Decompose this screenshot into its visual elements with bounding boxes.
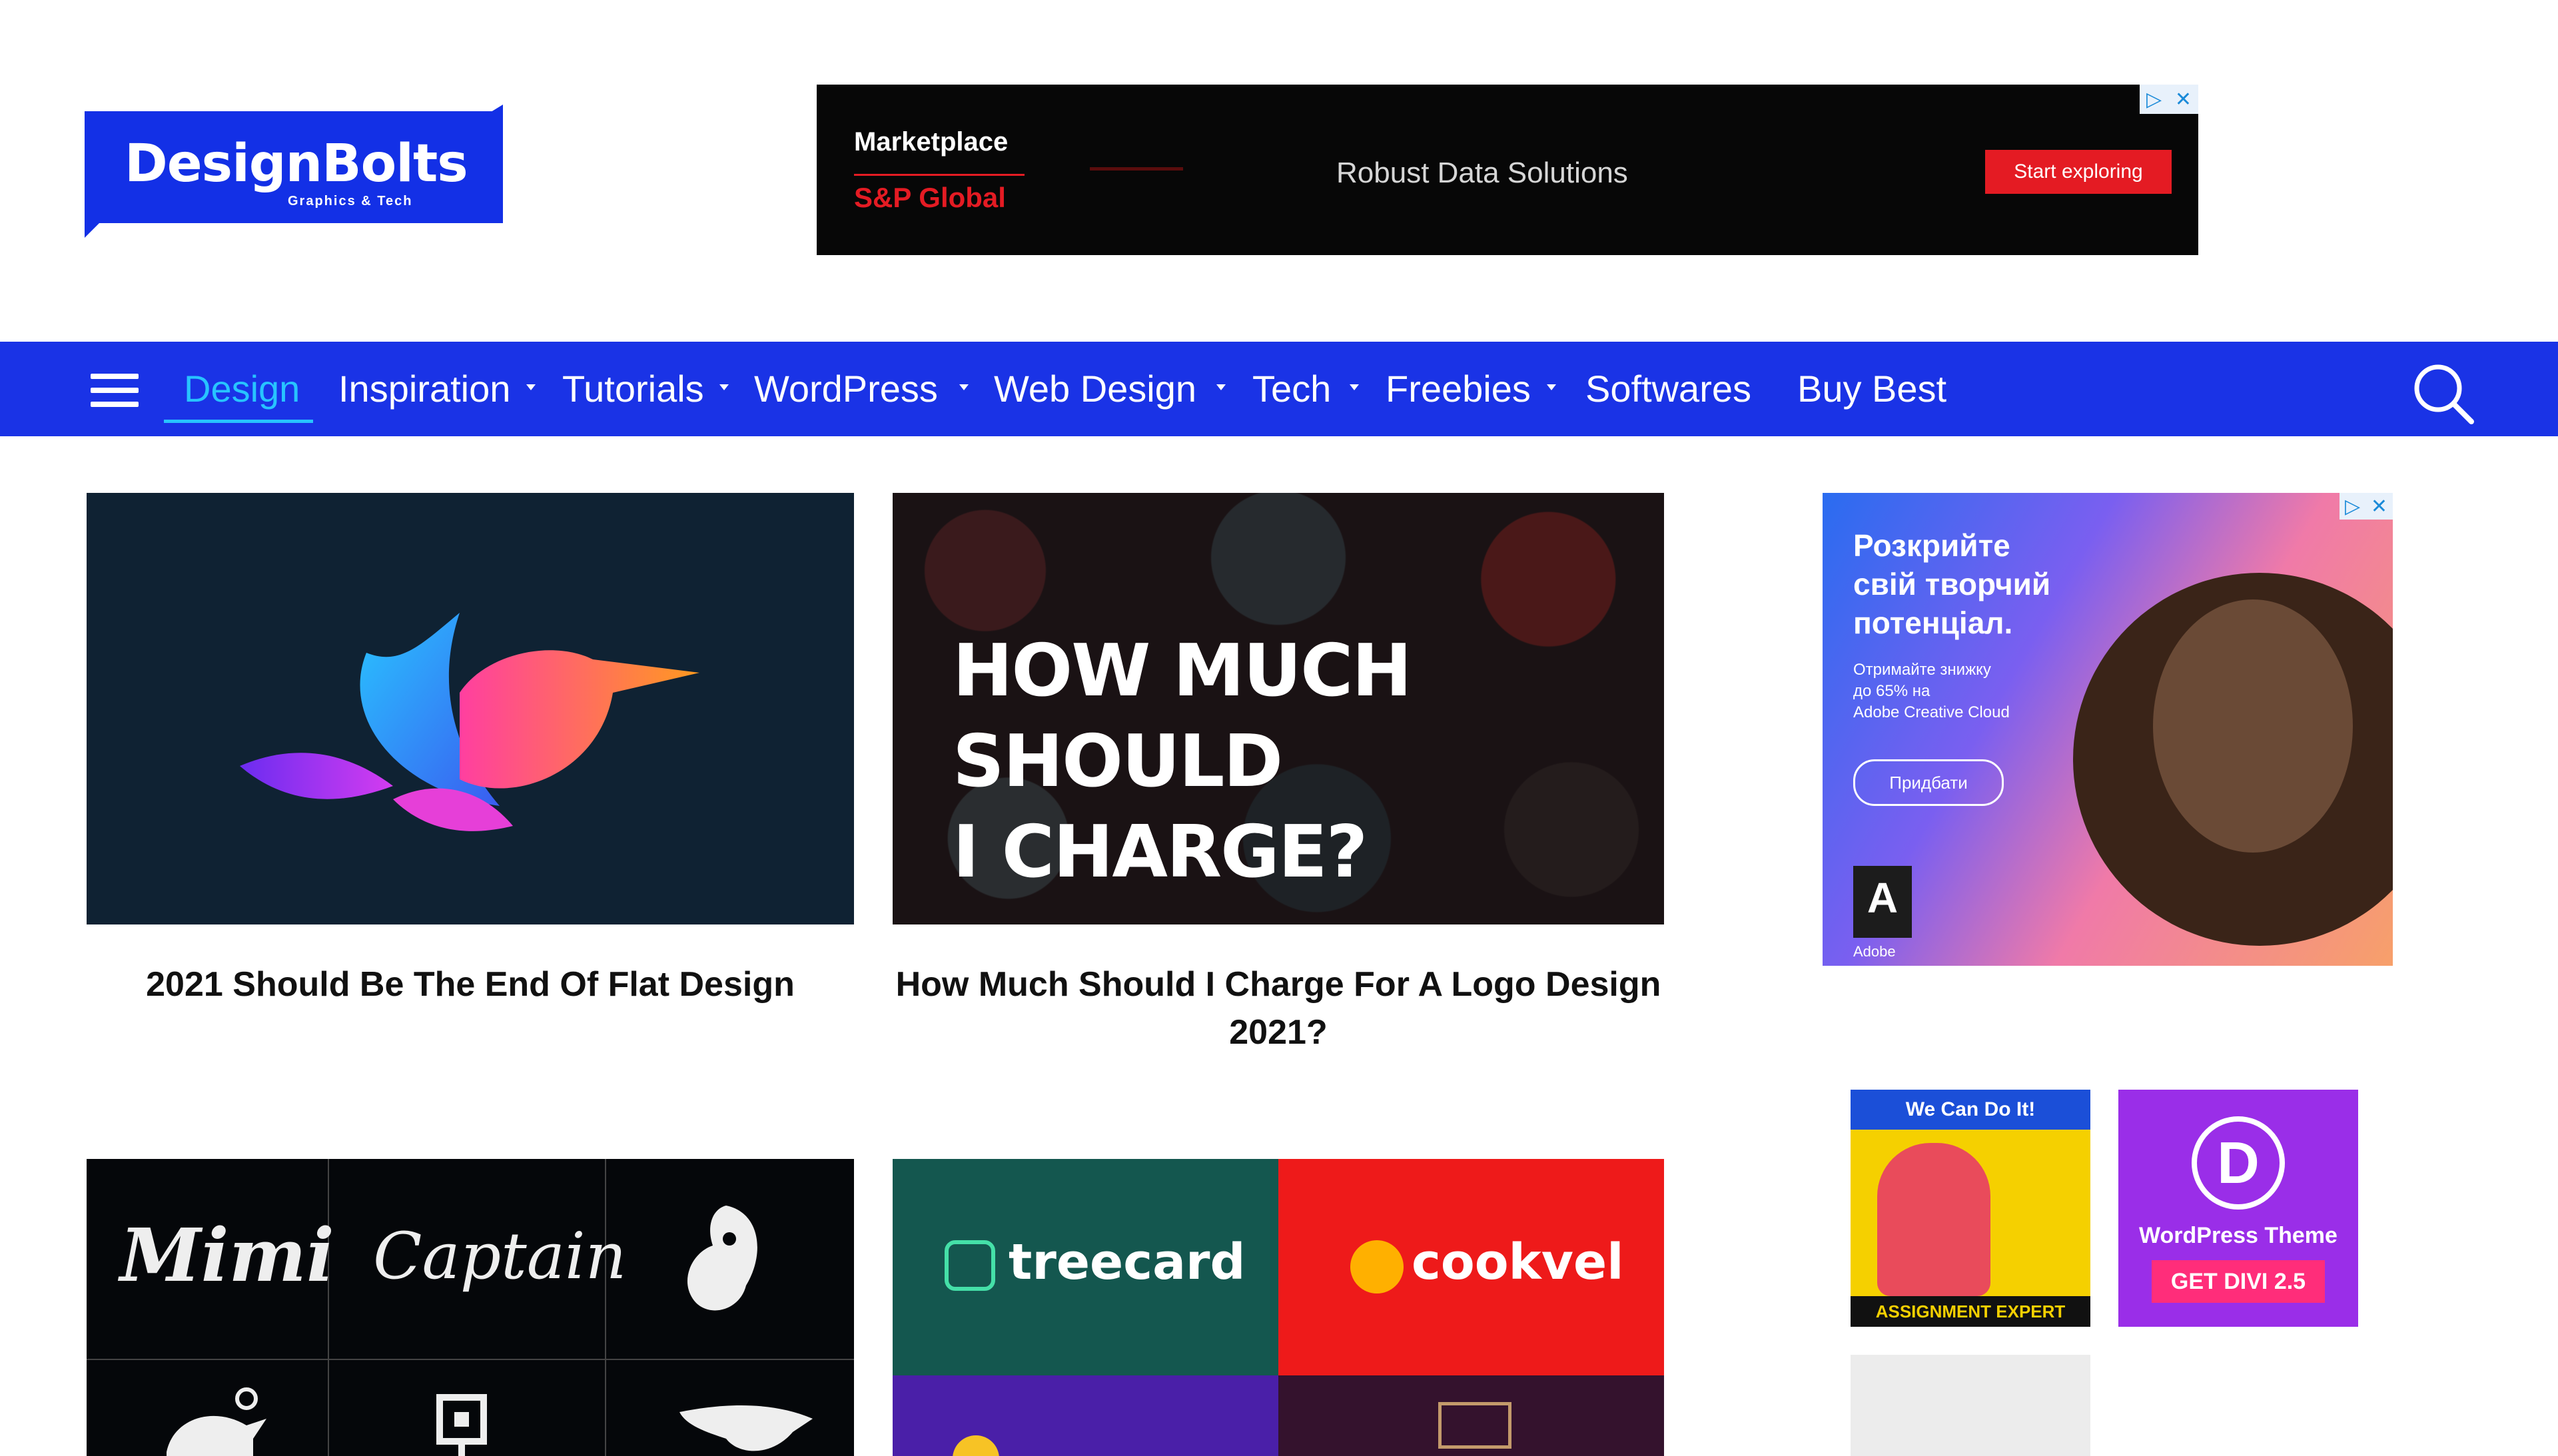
article-thumbnail[interactable]: HOW MUCH SHOULD I CHARGE? [893, 493, 1664, 924]
nav-item-inspiration[interactable]: Inspiration [338, 367, 510, 411]
ad-subtext-line: Отримайте знижку [1853, 661, 1991, 679]
ad-portrait-face [2153, 599, 2353, 853]
ad-decoration [1090, 167, 1183, 171]
bird-logo-icon [167, 1387, 266, 1456]
chevron-down-icon [526, 384, 536, 390]
ad-headline-line: потенціал. [1853, 605, 2013, 640]
ad-text: WordPress Theme [2139, 1223, 2338, 1248]
article-thumbnail[interactable]: treecard cookvel [893, 1159, 1664, 1456]
nav-item-freebies[interactable]: Freebies [1386, 367, 1531, 411]
logo-text: DesignBolts [125, 134, 468, 194]
chevron-down-icon [1350, 384, 1359, 390]
article-title[interactable]: How Much Should I Charge For A Logo Desi… [893, 960, 1664, 1056]
signature-logo: Captain [373, 1219, 627, 1293]
ad-subtext-line: до 65% на [1853, 682, 1930, 700]
chevron-down-icon [1547, 384, 1556, 390]
logo-subtext: Graphics & Tech [288, 194, 413, 208]
ad-banner-text: We Can Do It! [1851, 1090, 2090, 1130]
adchoices-icon[interactable]: ▷ ✕ [2340, 493, 2393, 520]
ad-footer-text: ASSIGNMENT EXPERT [1851, 1296, 2090, 1327]
chevron-down-icon [719, 384, 729, 390]
logo-notch-decoration [85, 222, 101, 238]
divi-logo-icon: D [2192, 1116, 2285, 1210]
thumbnail-headline-line1: HOW MUCH SHOULD [953, 629, 1412, 803]
article-title[interactable]: 2021 Should Be The End Of Flat Design [87, 960, 854, 1008]
brand-name: treecard [1009, 1234, 1246, 1291]
square-logo-icon [436, 1394, 487, 1456]
ad-brand-line1: Marketplace [854, 127, 1009, 157]
ad-subtext: Отримайте знижку до 65% на Adobe Creativ… [1853, 659, 2010, 723]
ad-headline-line: Розкрийте [1853, 528, 2010, 563]
ad-divider [854, 174, 1025, 176]
cookvel-logo-icon [1350, 1240, 1404, 1293]
article-thumbnail[interactable]: Mimi Captain [87, 1159, 854, 1456]
ad-figure-image [1877, 1143, 1990, 1296]
hamburger-menu-icon[interactable] [91, 374, 139, 407]
adobe-label: Adobe [1853, 943, 1896, 960]
nav-item-softwares[interactable]: Softwares [1585, 367, 1751, 411]
grid-divider [87, 1359, 854, 1360]
nav-item-wordpress[interactable]: WordPress [754, 367, 938, 411]
search-icon[interactable] [2410, 360, 2477, 427]
bird-logo-illustration [240, 613, 699, 831]
main-nav: Design Inspiration Tutorials WordPress W… [0, 342, 2558, 436]
grid-divider [605, 1159, 606, 1456]
logo-tab-decoration [479, 105, 503, 119]
nav-active-indicator [164, 420, 313, 423]
article-thumbnail[interactable] [87, 493, 854, 924]
ad-tagline: Robust Data Solutions [1336, 157, 1628, 189]
signature-logo: Mimi [120, 1212, 334, 1298]
ad-cta-button[interactable]: GET DIVI 2.5 [2152, 1260, 2325, 1303]
ad-buy-button[interactable]: Придбати [1853, 759, 2004, 806]
nav-item-design[interactable]: Design [184, 367, 300, 411]
nav-item-tech[interactable]: Tech [1252, 367, 1331, 411]
brand-logo-icon [953, 1435, 999, 1456]
thumbnail-headline: HOW MUCH SHOULD I CHARGE? [953, 626, 1664, 898]
brand-tile: cookvel [1278, 1159, 1664, 1375]
ad-headline-line: свій творчий [1853, 567, 2051, 601]
site-logo[interactable]: DesignBolts Graphics & Tech [85, 105, 503, 238]
sidebar-ad[interactable]: Розкрийте свій творчий потенціал. Отрима… [1823, 493, 2393, 966]
brand-tile [1278, 1375, 1664, 1456]
mascot-logo-icon [687, 1206, 757, 1311]
sidebar-ad-square[interactable]: We Can Do It! ASSIGNMENT EXPERT [1851, 1090, 2090, 1327]
ad-headline: Розкрийте свій творчий потенціал. [1853, 526, 2050, 642]
thumbnail-headline-line2: I CHARGE? [953, 811, 1368, 894]
treecard-logo-icon [945, 1240, 995, 1291]
nav-item-buy-best[interactable]: Buy Best [1797, 367, 1946, 411]
ad-subtext-line: Adobe Creative Cloud [1853, 703, 2010, 721]
nav-item-tutorials[interactable]: Tutorials [562, 367, 704, 411]
nav-item-web-design[interactable]: Web Design [994, 367, 1196, 411]
brand-name: cookvel [1412, 1234, 1624, 1291]
ad-brand-line2: S&P Global [854, 182, 1006, 213]
chevron-down-icon [959, 384, 969, 390]
sidebar-ad-placeholder [1851, 1355, 2090, 1456]
brand-tile [893, 1375, 1278, 1456]
ad-cta-button[interactable]: Start exploring [1985, 150, 2172, 194]
chevron-down-icon [1216, 384, 1226, 390]
brand-tile: treecard [893, 1159, 1278, 1375]
animal-logo-icon [679, 1405, 813, 1451]
sidebar-ad-square[interactable]: D WordPress Theme GET DIVI 2.5 [2118, 1090, 2358, 1327]
top-banner-ad[interactable]: Marketplace S&P Global Robust Data Solut… [817, 85, 2198, 255]
adobe-logo: A [1853, 866, 1912, 938]
grid-divider [328, 1159, 329, 1456]
adchoices-icon[interactable]: ▷ ✕ [2140, 85, 2198, 114]
brand-logo-icon [1438, 1402, 1511, 1449]
